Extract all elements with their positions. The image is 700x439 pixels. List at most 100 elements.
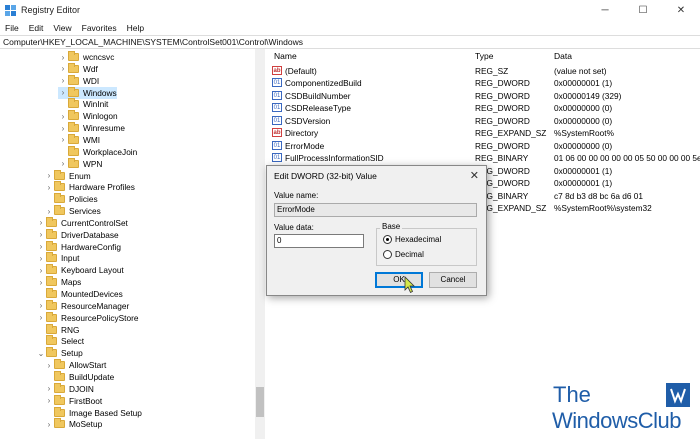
chevron-right-icon[interactable]: › <box>44 420 54 429</box>
value-data-input[interactable]: 0 <box>274 234 364 248</box>
chevron-right-icon[interactable]: › <box>58 159 68 168</box>
chevron-right-icon[interactable]: › <box>58 135 68 144</box>
tree-item-label: ResourceManager <box>61 300 130 311</box>
maximize-button[interactable]: ☐ <box>624 0 662 20</box>
dialog-close-icon[interactable]: ✕ <box>470 169 479 182</box>
radio-hexadecimal[interactable]: Hexadecimal <box>383 235 441 244</box>
tree-item[interactable]: › FirstBoot <box>44 394 102 407</box>
value-data: 0x00000001 (1) <box>554 165 613 176</box>
value-row[interactable]: 01 CSDBuildNumber REG_DWORD 0x00000149 (329… <box>270 90 700 102</box>
value-name-label: Value name: <box>274 191 319 200</box>
radio-decimal[interactable]: Decimal <box>383 250 424 259</box>
tree-item[interactable]: Policies <box>44 193 98 205</box>
chevron-right-icon[interactable]: › <box>36 242 46 251</box>
tree-item[interactable]: RNG <box>36 323 80 336</box>
tree-item[interactable]: Select <box>36 335 84 347</box>
chevron-right-icon[interactable]: › <box>44 384 54 393</box>
tree-item[interactable]: MountedDevices <box>36 288 123 300</box>
chevron-right-icon[interactable]: › <box>58 64 68 73</box>
tree-item-label: Services <box>69 206 101 217</box>
radio-dec-icon[interactable] <box>383 250 392 259</box>
value-row[interactable]: 01 ComponentizedBuild REG_DWORD 0x00000001 … <box>270 77 700 89</box>
folder-icon <box>54 359 65 370</box>
tree-item[interactable]: › Input <box>36 252 79 264</box>
tree-item[interactable]: ⌄ Setup <box>36 347 83 359</box>
tree-item[interactable]: › WDI <box>58 74 99 87</box>
tree-item[interactable]: › ResourceManager <box>36 299 130 312</box>
chevron-right-icon[interactable]: › <box>58 53 68 62</box>
chevron-right-icon[interactable]: › <box>44 183 54 192</box>
menu-view[interactable]: View <box>53 23 71 33</box>
chevron-right-icon[interactable]: › <box>36 313 46 322</box>
value-row[interactable]: 01 CSDVersion REG_DWORD 0x00000000 (0) <box>270 115 700 127</box>
value-row[interactable]: 01 FullProcessInformationSID REG_BINARY 01 … <box>270 152 700 164</box>
tree-item[interactable]: › CurrentControlSet <box>36 216 128 229</box>
tree-item[interactable]: › ResourcePolicyStore <box>36 311 138 324</box>
tree-item[interactable]: WinInit <box>58 98 108 110</box>
tree-item[interactable]: › Hardware Profiles <box>44 181 135 193</box>
tree-scrollbar[interactable] <box>255 49 265 439</box>
tree-item[interactable]: Image Based Setup <box>44 406 142 419</box>
chevron-right-icon[interactable]: › <box>58 88 68 97</box>
value-row[interactable]: 01 ErrorMode REG_DWORD 0x00000000 (0) <box>270 140 700 152</box>
tree-item[interactable]: › DJOIN <box>44 382 94 395</box>
tree-item[interactable]: › Windows <box>58 86 117 99</box>
cancel-button[interactable]: Cancel <box>429 272 477 288</box>
base-label: Base <box>380 222 403 231</box>
value-row[interactable]: 01 CSDReleaseType REG_DWORD 0x00000000 (0) <box>270 102 700 114</box>
minimize-button[interactable]: ─ <box>586 0 624 20</box>
chevron-right-icon[interactable]: › <box>36 266 46 275</box>
tree-item[interactable]: › WMI <box>58 133 100 146</box>
value-row[interactable]: ab Directory REG_EXPAND_SZ %SystemRoot% <box>270 127 700 139</box>
tree-scrollbar-thumb[interactable] <box>256 387 264 417</box>
tree-item[interactable]: WorkplaceJoin <box>58 145 137 158</box>
chevron-right-icon[interactable]: › <box>36 254 46 263</box>
column-header-data[interactable]: Data <box>554 51 572 61</box>
folder-icon <box>68 145 79 156</box>
menu-file[interactable]: File <box>5 23 19 33</box>
close-button[interactable]: ✕ <box>662 0 700 20</box>
tree-item-label: Image Based Setup <box>69 407 142 418</box>
value-row[interactable]: ab (Default) REG_SZ (value not set) <box>270 65 700 77</box>
column-header-type[interactable]: Type <box>475 51 493 61</box>
chevron-right-icon[interactable]: › <box>36 301 46 310</box>
tree-item[interactable]: › Enum <box>44 169 91 182</box>
base-group: Base Hexadecimal Decimal <box>376 222 477 266</box>
tree-item[interactable]: › Wdf <box>58 62 98 75</box>
chevron-right-icon[interactable]: › <box>44 171 54 180</box>
tree-item[interactable]: › AllowStart <box>44 359 106 371</box>
tree-item[interactable]: › Winresume <box>58 122 125 134</box>
column-header-name[interactable]: Name <box>274 51 297 61</box>
chevron-right-icon[interactable]: › <box>36 278 46 287</box>
tree-item[interactable]: › wcncsvc <box>58 51 114 63</box>
tree-item[interactable]: › Keyboard Layout <box>36 264 124 276</box>
folder-icon <box>46 347 57 358</box>
chevron-right-icon[interactable]: › <box>36 230 46 239</box>
chevron-right-icon[interactable]: › <box>36 218 46 227</box>
chevron-right-icon[interactable]: › <box>44 396 54 405</box>
radio-hex-icon[interactable] <box>383 235 392 244</box>
tree-item[interactable]: › Services <box>44 205 101 217</box>
menu-favorites[interactable]: Favorites <box>82 23 117 33</box>
chevron-right-icon[interactable]: › <box>58 112 68 121</box>
string-value-icon: ab <box>272 128 282 138</box>
chevron-down-icon[interactable]: ⌄ <box>36 349 46 358</box>
tree-item[interactable]: BuildUpdate <box>44 370 114 383</box>
tree-item-label: DriverDatabase <box>61 229 119 240</box>
tree-item[interactable]: › Maps <box>36 276 81 288</box>
chevron-right-icon[interactable]: › <box>44 207 54 216</box>
address-bar[interactable]: Computer\HKEY_LOCAL_MACHINE\SYSTEM\Contr… <box>0 35 700 49</box>
tree-item[interactable]: › DriverDatabase <box>36 228 119 241</box>
chevron-right-icon[interactable]: › <box>44 361 54 370</box>
tree-item[interactable]: › MoSetup <box>44 418 102 430</box>
registry-tree[interactable]: › wcncsvc › Wdf › WDI › Windows WinInit › Winlogon… <box>0 49 265 439</box>
menu-edit[interactable]: Edit <box>29 23 44 33</box>
menu-help[interactable]: Help <box>127 23 144 33</box>
folder-icon <box>68 122 79 133</box>
chevron-right-icon[interactable]: › <box>58 76 68 85</box>
chevron-right-icon[interactable]: › <box>58 124 68 133</box>
tree-item[interactable]: › HardwareConfig <box>36 240 121 253</box>
tree-item-label: RNG <box>61 324 80 335</box>
tree-item[interactable]: › WPN <box>58 157 102 170</box>
tree-item[interactable]: › Winlogon <box>58 110 118 122</box>
